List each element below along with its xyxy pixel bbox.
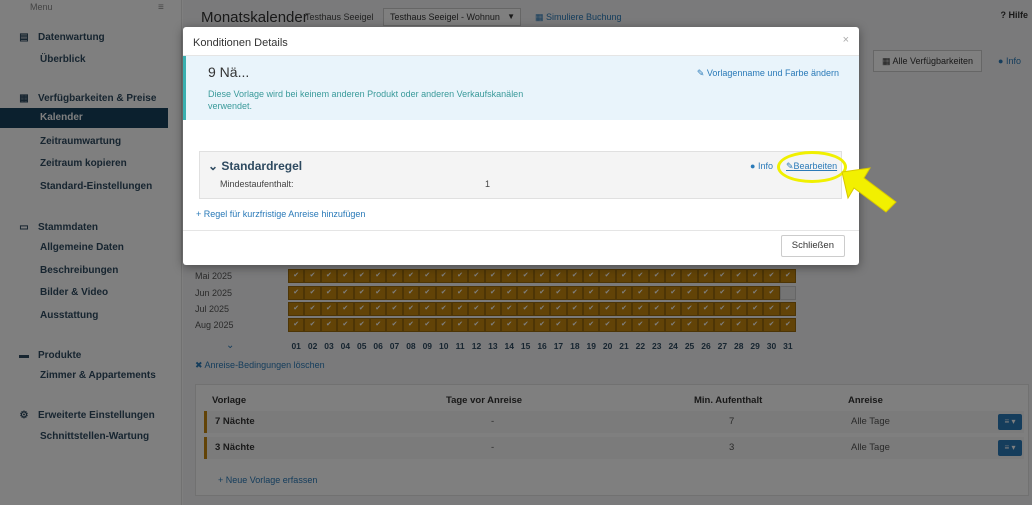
pointer-arrow-icon: [841, 167, 897, 213]
modal-title: Konditionen Details: [193, 37, 288, 49]
rule-title[interactable]: ⌄ Standardregel: [208, 159, 302, 173]
min-stay-value: 1: [485, 179, 491, 189]
add-rule-label: Regel für kurzfristige Anreise hinzufüge…: [203, 209, 366, 219]
divider: [183, 230, 859, 231]
pencil-icon: ✎: [696, 68, 707, 78]
template-name: 9 Nä...: [208, 64, 250, 80]
chevron-down-icon: ⌄: [208, 159, 222, 173]
rule-title-label: Standardregel: [221, 159, 303, 173]
template-description: Diese Vorlage wird bei keinem anderen Pr…: [208, 89, 524, 111]
rename-template-link[interactable]: ✎ Vorlagenname und Farbe ändern: [697, 68, 839, 79]
rule-info-link[interactable]: ● Info: [750, 161, 773, 171]
min-stay-label: Mindestaufenthalt:: [220, 179, 294, 189]
highlight-circle: [777, 151, 847, 183]
conditions-modal: Konditionen Details × 9 Nä... Diese Vorl…: [183, 27, 859, 265]
plus-icon: +: [196, 209, 204, 219]
rule-info-label: Info: [757, 161, 773, 171]
rename-label: Vorlagenname und Farbe ändern: [706, 68, 839, 78]
template-info-box: 9 Nä... Diese Vorlage wird bei keinem an…: [183, 56, 859, 120]
close-button[interactable]: Schließen: [780, 235, 845, 257]
add-short-notice-rule-link[interactable]: + Regel für kurzfristige Anreise hinzufü…: [196, 209, 365, 219]
info-icon: ●: [750, 161, 758, 171]
standard-rule-box: ⌄ Standardregel Mindestaufenthalt: 1 ● I…: [199, 151, 842, 199]
close-icon[interactable]: ×: [843, 34, 849, 46]
